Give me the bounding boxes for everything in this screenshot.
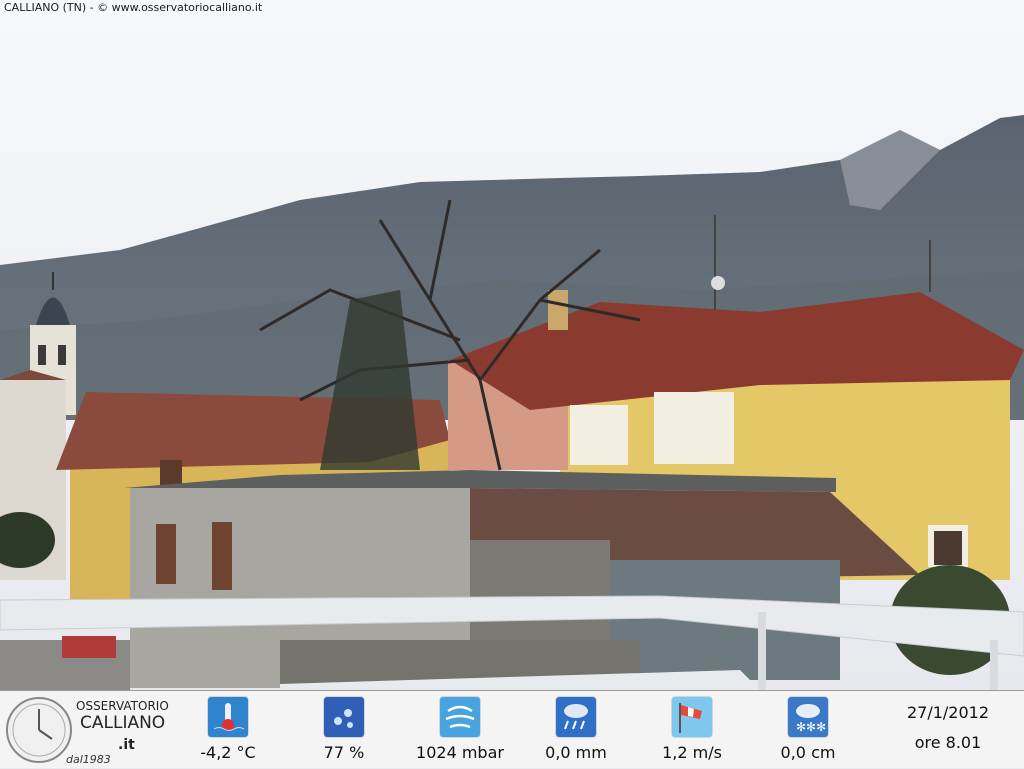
temperature-value: -4,2 °C: [200, 743, 256, 762]
clock-logo-icon: [6, 697, 72, 763]
humidity-drops-icon: [324, 697, 364, 737]
webcam-scene: [0, 0, 1024, 690]
snow-cloud-icon: ✻✻✻: [788, 697, 828, 737]
logo-line1: OSSERVATORIO: [76, 699, 169, 713]
rain-value: 0,0 mm: [545, 743, 607, 762]
logo-since: dal1983: [66, 753, 111, 766]
observatory-logo: OSSERVATORIO CALLIANO .it dal1983: [0, 691, 170, 769]
time-text: ore 8.01: [914, 733, 982, 752]
temperature-reading: -4,2 °C: [173, 691, 283, 769]
date-text: 27/1/2012: [906, 703, 990, 722]
humidity-value: 77 %: [323, 743, 365, 762]
pressure-value: 1024 mbar: [416, 743, 504, 762]
snow-reading: ✻✻✻ 0,0 cm: [753, 691, 863, 769]
pressure-wind-icon: [440, 697, 480, 737]
snow-value: 0,0 cm: [780, 743, 836, 762]
weather-bar: OSSERVATORIO CALLIANO .it dal1983 -4,2 °…: [0, 690, 1024, 768]
logo-line3: .it: [118, 737, 135, 753]
logo-line2: CALLIANO: [80, 713, 166, 733]
rain-cloud-icon: [556, 697, 596, 737]
wind-reading: 1,2 m/s: [637, 691, 747, 769]
pressure-reading: 1024 mbar: [405, 691, 515, 769]
rain-reading: 0,0 mm: [521, 691, 631, 769]
wind-value: 1,2 m/s: [662, 743, 722, 762]
svg-text:✻✻✻: ✻✻✻: [796, 720, 826, 734]
humidity-reading: 77 %: [289, 691, 399, 769]
thermometer-icon: [208, 697, 248, 737]
webcam-caption: CALLIANO (TN) - © www.osservatoriocallia…: [4, 1, 263, 14]
date-time: 27/1/2012 ore 8.01: [878, 701, 1018, 761]
windsock-icon: [672, 697, 712, 737]
